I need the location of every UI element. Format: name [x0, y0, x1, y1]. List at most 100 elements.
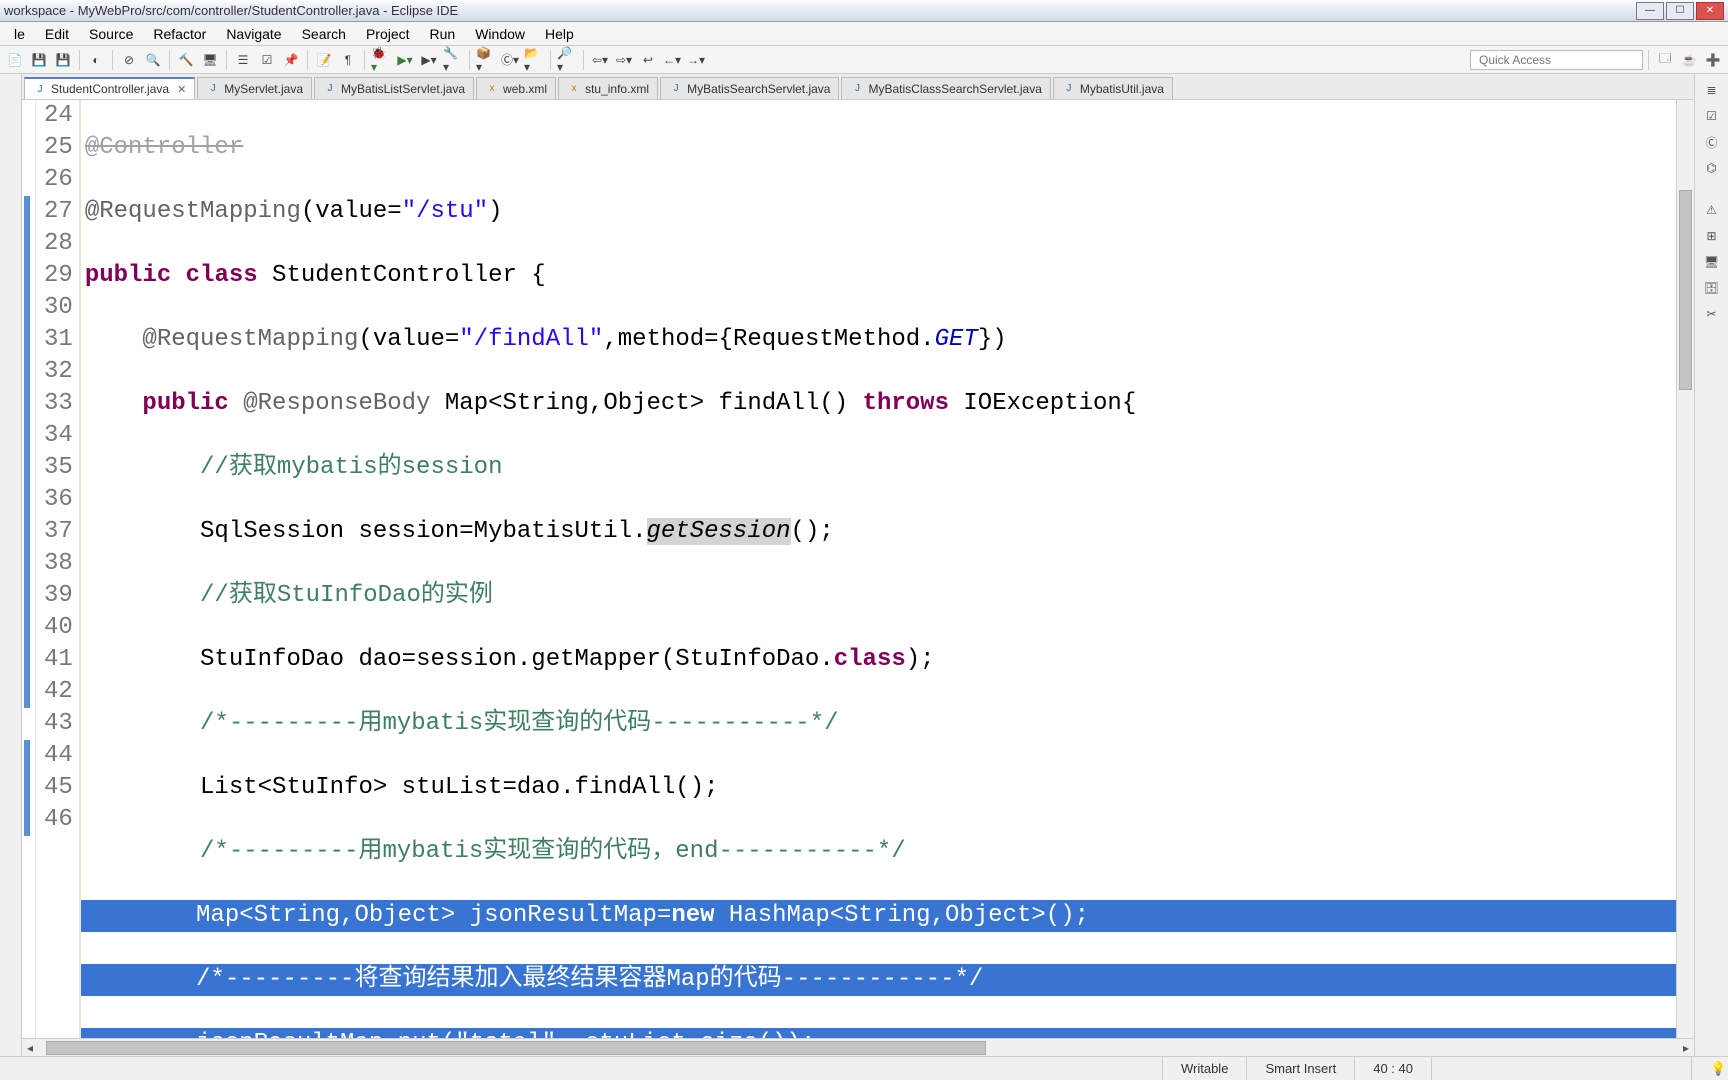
close-button[interactable]: ✕	[1696, 2, 1724, 20]
separator	[550, 50, 551, 70]
menubar: le Edit Source Refactor Navigate Search …	[0, 22, 1728, 46]
separator	[364, 50, 365, 70]
menu-search[interactable]: Search	[292, 24, 356, 44]
server-icon[interactable]: 🖥	[199, 49, 221, 71]
tab-myservlet[interactable]: J MyServlet.java	[197, 77, 312, 99]
editor-tabs: J StudentController.java ✕ J MyServlet.j…	[22, 74, 1694, 100]
pin-icon[interactable]: 📌	[280, 49, 302, 71]
separator	[307, 50, 308, 70]
coverage-icon[interactable]: ▶▾	[418, 49, 440, 71]
menu-run[interactable]: Run	[420, 24, 466, 44]
tab-mybatissearch[interactable]: J MyBatisSearchServlet.java	[660, 77, 839, 99]
window-controls: — ☐ ✕	[1636, 2, 1724, 20]
horizontal-scroll-thumb[interactable]	[46, 1041, 986, 1055]
menu-refactor[interactable]: Refactor	[143, 24, 216, 44]
tab-label: MyBatisSearchServlet.java	[687, 82, 830, 96]
separator	[1648, 50, 1649, 70]
menu-navigate[interactable]: Navigate	[216, 24, 291, 44]
marker-strip	[22, 100, 36, 1038]
outline-icon[interactable]: ≣	[1702, 80, 1722, 100]
data-source-icon[interactable]: 🗄	[1702, 278, 1722, 298]
markers-icon[interactable]: ⚠	[1702, 200, 1722, 220]
method-range-marker	[24, 740, 30, 836]
ext-tools-icon[interactable]: 🔧▾	[442, 49, 464, 71]
tab-mybatislist[interactable]: J MyBatisListServlet.java	[314, 77, 474, 99]
menu-help[interactable]: Help	[535, 24, 584, 44]
menu-file[interactable]: le	[4, 24, 35, 44]
run-icon[interactable]: ▶▾	[394, 49, 416, 71]
java-file-icon: J	[323, 82, 337, 96]
tab-label: MyBatisListServlet.java	[341, 82, 465, 96]
scroll-right-icon[interactable]: ▸	[1678, 1040, 1694, 1056]
window-titlebar: workspace - MyWebPro/src/com/controller/…	[0, 0, 1728, 22]
status-bar: Writable Smart Insert 40 : 40 💡	[0, 1056, 1728, 1080]
nav-back-icon[interactable]: ←▾	[661, 49, 683, 71]
snippets-icon[interactable]: ✂	[1702, 304, 1722, 324]
toggle-mark-icon[interactable]: ☑	[256, 49, 278, 71]
tab-stuinfoxml[interactable]: x stu_info.xml	[558, 77, 658, 99]
status-cursor-pos: 40 : 40	[1354, 1057, 1431, 1080]
java-file-icon: J	[206, 82, 220, 96]
vertical-scrollbar[interactable]	[1676, 100, 1694, 1038]
line-number-gutter: 24 25 26 27 28 29 30 31 32 33 34 35 36 3…	[36, 100, 81, 1038]
status-tip-icon[interactable]: 💡	[1691, 1057, 1728, 1080]
code-area[interactable]: 24 25 26 27 28 29 30 31 32 33 34 35 36 3…	[22, 100, 1694, 1038]
main-toolbar: 📄 💾 💾 ◐ ⊘ 🔍 🔨 🖥 ☰ ☑ 📌 📝 ¶ 🐞▾ ▶▾ ▶▾ 🔧▾ 📦▾…	[0, 46, 1728, 74]
menu-edit[interactable]: Edit	[35, 24, 79, 44]
tab-label: MyBatisClassSearchServlet.java	[868, 82, 1041, 96]
save-all-icon[interactable]: 💾	[52, 49, 74, 71]
new-class-icon[interactable]: Ⓒ▾	[499, 49, 521, 71]
main-area: J StudentController.java ✕ J MyServlet.j…	[0, 74, 1728, 1056]
toggle-block-icon[interactable]: ☰	[232, 49, 254, 71]
new-icon[interactable]: 📄	[4, 49, 26, 71]
menu-window[interactable]: Window	[465, 24, 535, 44]
task-list-icon[interactable]: ☑	[1702, 106, 1722, 126]
tab-webxml[interactable]: x web.xml	[476, 77, 556, 99]
open-task-icon[interactable]: 🔎▾	[556, 49, 578, 71]
code-body[interactable]: @Controller @RequestMapping(value="/stu"…	[81, 100, 1676, 1038]
search-icon[interactable]: 🔍	[142, 49, 164, 71]
last-edit-icon[interactable]: ↩	[637, 49, 659, 71]
maximize-button[interactable]: ☐	[1666, 2, 1694, 20]
tab-studentcontroller[interactable]: J StudentController.java ✕	[24, 77, 195, 99]
forward-icon[interactable]: ⇨▾	[613, 49, 635, 71]
menu-project[interactable]: Project	[356, 24, 420, 44]
back-icon[interactable]: ⇦▾	[589, 49, 611, 71]
quick-access-input[interactable]	[1470, 50, 1643, 70]
separator	[112, 50, 113, 70]
build-icon[interactable]: 🔨	[175, 49, 197, 71]
perspective-java-icon[interactable]: ☕	[1678, 49, 1700, 71]
text-icon[interactable]: 📝	[313, 49, 335, 71]
servers-icon[interactable]: 🖥	[1702, 252, 1722, 272]
horizontal-scrollbar[interactable]: ◂ ▸	[22, 1038, 1694, 1056]
method-range-marker	[24, 196, 30, 708]
xml-file-icon: x	[567, 82, 581, 96]
minimize-button[interactable]: —	[1636, 2, 1664, 20]
skip-icon[interactable]: ⊘	[118, 49, 140, 71]
tab-mybatisutil[interactable]: J MybatisUtil.java	[1053, 77, 1173, 99]
menu-source[interactable]: Source	[79, 24, 143, 44]
editor-wrap: J StudentController.java ✕ J MyServlet.j…	[22, 74, 1694, 1056]
right-views-pane: ≣ ☑ Ⓒ ⌬ ⚠ ⊞ 🖥 🗄 ✂	[1694, 74, 1728, 1056]
nav-fwd-icon[interactable]: →▾	[685, 49, 707, 71]
java-file-icon: J	[669, 82, 683, 96]
new-package-icon[interactable]: 📦▾	[475, 49, 497, 71]
properties-icon[interactable]: ⊞	[1702, 226, 1722, 246]
vertical-scroll-thumb[interactable]	[1679, 190, 1692, 390]
perspective-jee-icon[interactable]: 🗔	[1654, 49, 1676, 71]
hierarchy-icon[interactable]: ⌬	[1702, 158, 1722, 178]
para-icon[interactable]: ¶	[337, 49, 359, 71]
save-icon[interactable]: 💾	[28, 49, 50, 71]
java-file-icon: J	[1062, 82, 1076, 96]
separator	[469, 50, 470, 70]
toggle-breadcrumb-icon[interactable]: ◐	[85, 49, 107, 71]
class-icon[interactable]: Ⓒ	[1702, 132, 1722, 152]
scroll-left-icon[interactable]: ◂	[22, 1040, 38, 1056]
tab-label: web.xml	[503, 82, 547, 96]
tab-mybatisclasssearch[interactable]: J MyBatisClassSearchServlet.java	[841, 77, 1050, 99]
debug-icon[interactable]: 🐞▾	[370, 49, 392, 71]
perspective-open-icon[interactable]: ➕	[1702, 49, 1724, 71]
close-icon[interactable]: ✕	[177, 83, 186, 96]
open-type-icon[interactable]: 📂▾	[523, 49, 545, 71]
java-file-icon: J	[33, 82, 47, 96]
